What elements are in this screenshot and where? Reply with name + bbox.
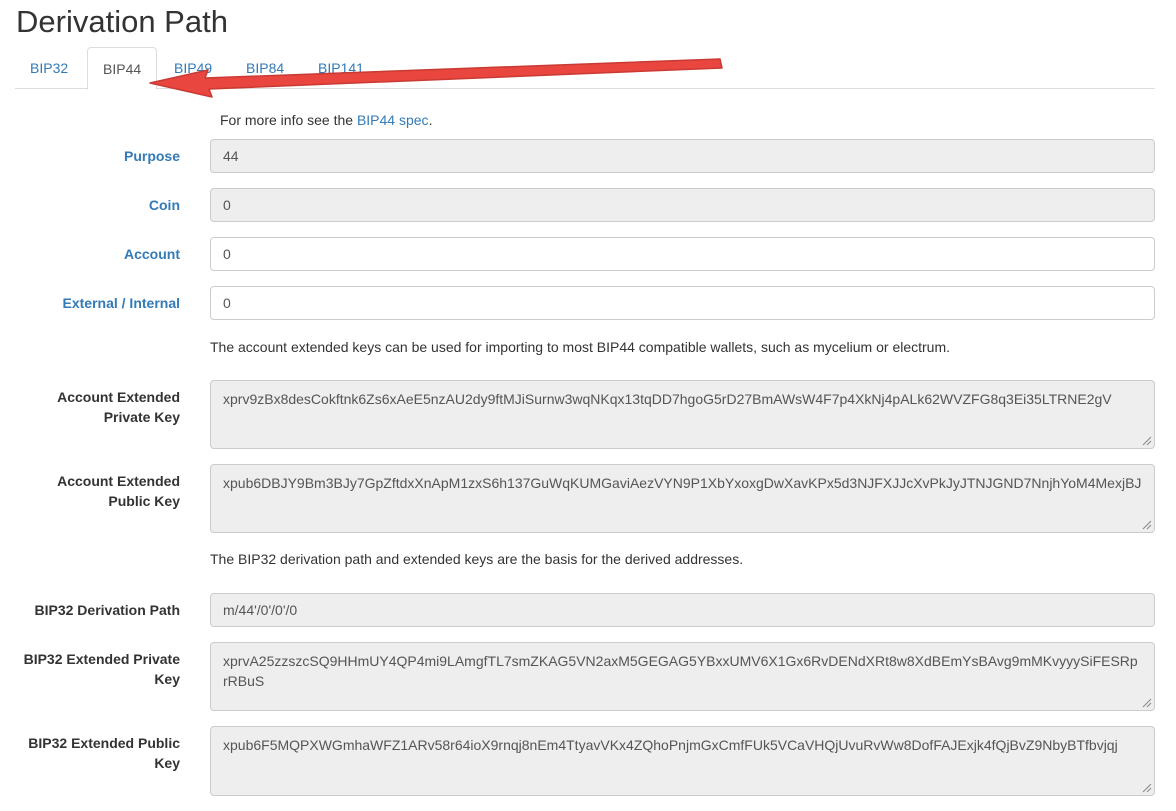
bip32-xpub-label-line1: BIP32 Extended Public xyxy=(28,735,180,751)
purpose-field[interactable]: 44 xyxy=(210,139,1155,173)
account-label[interactable]: Account xyxy=(0,244,180,264)
tab-bip32[interactable]: BIP32 xyxy=(15,47,83,89)
tab-bip84[interactable]: BIP84 xyxy=(231,47,299,89)
bip32-path-field[interactable]: m/44'/0'/0'/0 xyxy=(210,593,1155,627)
account-xpub-textarea[interactable]: xpub6DBJY9Bm3BJy7GpZftdxXnApM1zxS6h137Gu… xyxy=(210,464,1155,533)
account-xprv-value: xprv9zBx8desCokftnk6Zs6xAeE5nzAU2dy9ftMJ… xyxy=(223,391,1112,407)
bip32-note: The BIP32 derivation path and extended k… xyxy=(210,551,744,567)
account-keys-note: The account extended keys can be used fo… xyxy=(210,339,951,355)
bip32-xpub-textarea[interactable]: xpub6F5MQPXWGmhaWFZ1ARv58r64ioX9rnqj8nEm… xyxy=(210,726,1155,796)
derivation-tabs: BIP32 BIP44 BIP49 BIP84 BIP141 xyxy=(15,47,1155,90)
account-xpub-label: Account Extended Public Key xyxy=(0,471,180,511)
account-xprv-label-line2: Private Key xyxy=(103,409,180,425)
resize-grip-icon[interactable] xyxy=(1140,781,1152,793)
bip32-xpub-value: xpub6F5MQPXWGmhaWFZ1ARv58r64ioX9rnqj8nEm… xyxy=(223,737,1118,753)
account-xpub-value: xpub6DBJY9Bm3BJy7GpZftdxXnApM1zxS6h137Gu… xyxy=(223,475,1142,491)
coin-label[interactable]: Coin xyxy=(0,195,180,215)
account-xprv-label: Account Extended Private Key xyxy=(0,387,180,427)
resize-grip-icon[interactable] xyxy=(1140,696,1152,708)
bip32-xprv-label: BIP32 Extended Private Key xyxy=(0,649,180,689)
account-xpub-label-line2: Public Key xyxy=(108,493,180,509)
spec-info-suffix: . xyxy=(428,112,433,128)
tab-bip49[interactable]: BIP49 xyxy=(159,47,227,89)
bip32-xprv-label-line2: Key xyxy=(154,671,180,687)
tab-bip141[interactable]: BIP141 xyxy=(303,47,379,89)
external-internal-input[interactable]: 0 xyxy=(210,286,1155,320)
account-xpub-label-line1: Account Extended xyxy=(57,473,180,489)
page-title: Derivation Path xyxy=(16,4,228,39)
purpose-label[interactable]: Purpose xyxy=(0,146,180,166)
bip32-xprv-textarea[interactable]: xprvA25zzszcSQ9HHmUY4QP4mi9LAmgfTL7smZKA… xyxy=(210,642,1155,711)
bip32-xprv-value: xprvA25zzszcSQ9HHmUY4QP4mi9LAmgfTL7smZKA… xyxy=(223,653,1138,689)
tab-bip44[interactable]: BIP44 xyxy=(87,47,158,90)
external-internal-label[interactable]: External / Internal xyxy=(0,293,180,313)
bip32-xpub-label-line2: Key xyxy=(154,755,180,771)
bip44-spec-link[interactable]: BIP44 spec xyxy=(357,112,429,128)
bip32-path-label: BIP32 Derivation Path xyxy=(34,602,181,618)
bip32-xpub-label: BIP32 Extended Public Key xyxy=(0,733,180,773)
account-xprv-label-line1: Account Extended xyxy=(57,389,180,405)
bip32-xprv-label-line1: BIP32 Extended Private xyxy=(23,651,180,667)
spec-info-text: For more info see the xyxy=(220,112,357,128)
account-xprv-textarea[interactable]: xprv9zBx8desCokftnk6Zs6xAeE5nzAU2dy9ftMJ… xyxy=(210,380,1155,449)
coin-field[interactable]: 0 xyxy=(210,188,1155,222)
account-input[interactable]: 0 xyxy=(210,237,1155,271)
resize-grip-icon[interactable] xyxy=(1140,518,1152,530)
spec-info: For more info see the BIP44 spec. xyxy=(220,112,432,128)
resize-grip-icon[interactable] xyxy=(1140,434,1152,446)
